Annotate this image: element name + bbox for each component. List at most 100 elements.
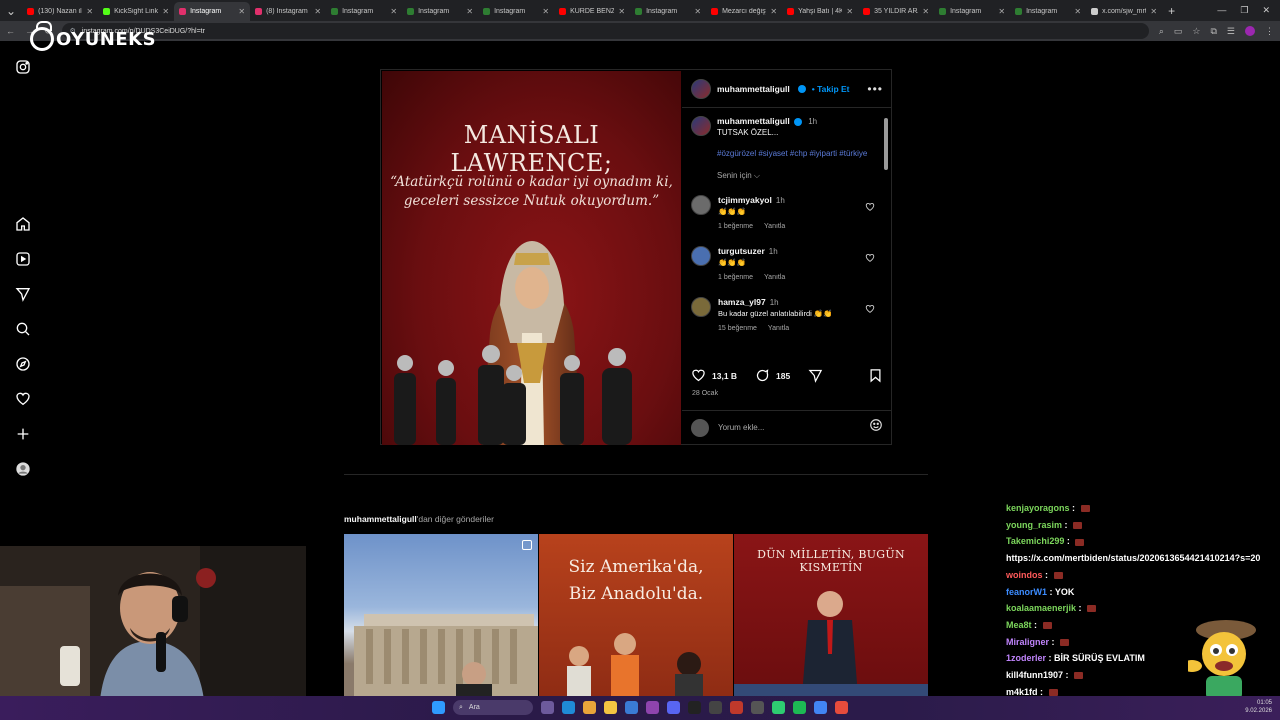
- browser-tab[interactable]: Instagram ✕: [402, 2, 478, 21]
- close-window-icon[interactable]: ✕: [1262, 5, 1270, 16]
- messages-icon[interactable]: [14, 285, 31, 302]
- author-username[interactable]: muhammettaligull: [717, 84, 790, 94]
- comment-like-heart-icon[interactable]: [865, 253, 875, 263]
- app-icon[interactable]: [688, 701, 701, 714]
- app-icon[interactable]: [709, 701, 722, 714]
- spotify-icon[interactable]: [793, 701, 806, 714]
- url-field[interactable]: ⚙ instagram.com/p/DUDS3CeiDUG/?hl=tr: [61, 23, 1149, 39]
- browser-tab[interactable]: (130) Nazan ile ✕: [22, 2, 98, 21]
- instagram-logo-icon[interactable]: [14, 58, 31, 75]
- comment-likes[interactable]: 15 beğenme: [718, 323, 757, 334]
- caption-username[interactable]: muhammettaligull: [717, 116, 790, 126]
- bookmark-star-icon[interactable]: ☆: [1192, 26, 1200, 37]
- browser-tab[interactable]: (8) Instagram ✕: [250, 2, 326, 21]
- app-icon[interactable]: [751, 701, 764, 714]
- tab-close-icon[interactable]: ✕: [390, 7, 397, 16]
- browser-tab[interactable]: Instagram ✕: [934, 2, 1010, 21]
- browser-tab[interactable]: 35 YILDIR ARA ✕: [858, 2, 934, 21]
- create-plus-icon[interactable]: [14, 425, 31, 442]
- tab-close-icon[interactable]: ✕: [86, 7, 93, 16]
- commenter-username[interactable]: hamza_yl97: [718, 297, 766, 307]
- caption-hashtags[interactable]: #özgürözel #siyaset #chp #iyiparti #türk…: [717, 148, 883, 159]
- tab-close-icon[interactable]: ✕: [542, 7, 549, 16]
- more-options-icon[interactable]: •••: [867, 82, 883, 96]
- comment-reply-link[interactable]: Yanıtla: [764, 272, 785, 283]
- browser-menu-icon[interactable]: ⋮: [1265, 26, 1274, 37]
- tab-close-icon[interactable]: ✕: [694, 7, 701, 16]
- commenter-avatar[interactable]: [691, 297, 711, 317]
- discord-icon[interactable]: [667, 701, 680, 714]
- profile-avatar[interactable]: [1245, 26, 1255, 36]
- browser-tab[interactable]: x.com/sjw_mrt ✕: [1086, 2, 1162, 21]
- browser-tab[interactable]: Yahşi Batı | 4K ✕: [782, 2, 858, 21]
- taskbar-search[interactable]: ⌕ Ara: [453, 700, 533, 715]
- tab-close-icon[interactable]: ✕: [846, 7, 853, 16]
- more-posts-user[interactable]: muhammettaligull: [344, 514, 417, 524]
- app-icon[interactable]: [646, 701, 659, 714]
- tab-close-icon[interactable]: ✕: [1150, 7, 1157, 16]
- author-avatar[interactable]: [691, 78, 711, 99]
- follow-button[interactable]: • Takip Et: [812, 84, 850, 94]
- new-tab-button[interactable]: +: [1162, 4, 1181, 18]
- comment-input[interactable]: Yorum ekle...: [718, 423, 860, 432]
- browser-tab[interactable]: Instagram ✕: [1010, 2, 1086, 21]
- browser-tab[interactable]: Instagram ✕: [326, 2, 402, 21]
- grid-post-3[interactable]: DÜN MİLLETİN, BUGÜN KISMETİN: [734, 534, 928, 696]
- install-icon[interactable]: ▭: [1174, 26, 1183, 37]
- grid-post-1[interactable]: [344, 534, 538, 696]
- reels-icon[interactable]: [14, 250, 31, 267]
- comment-bubble-icon[interactable]: [755, 368, 770, 385]
- comments-scrollbar[interactable]: [884, 112, 889, 358]
- app-icon[interactable]: [625, 701, 638, 714]
- emoji-icon[interactable]: [869, 418, 883, 437]
- share-send-icon[interactable]: [808, 368, 823, 385]
- task-view-icon[interactable]: [541, 701, 554, 714]
- tab-close-icon[interactable]: ✕: [770, 7, 777, 16]
- comment-likes[interactable]: 1 beğenme: [718, 221, 753, 232]
- comment-reply-link[interactable]: Yanıtla: [768, 323, 789, 334]
- sidebar-icon[interactable]: ☰: [1227, 26, 1235, 37]
- browser-tab[interactable]: Instagram ✕: [630, 2, 706, 21]
- tab-close-icon[interactable]: ✕: [238, 7, 245, 16]
- browser-tab[interactable]: Mezarcı değişy ✕: [706, 2, 782, 21]
- grid-post-2[interactable]: Siz Amerika'da, Biz Anadolu'da.: [539, 534, 733, 696]
- tab-close-icon[interactable]: ✕: [162, 7, 169, 16]
- post-image[interactable]: MANİSALI LAWRENCE; “Atatürkçü rolünü o k…: [382, 71, 681, 445]
- zoom-icon[interactable]: ⌕: [1159, 26, 1164, 37]
- app-icon[interactable]: [814, 701, 827, 714]
- app-icon[interactable]: [562, 701, 575, 714]
- sort-for-you-dropdown[interactable]: Senin için ⌵: [717, 171, 883, 181]
- commenter-username[interactable]: turgutsuzer: [718, 246, 765, 256]
- like-heart-icon[interactable]: [691, 368, 706, 385]
- chrome-icon[interactable]: [583, 701, 596, 714]
- app-icon[interactable]: [772, 701, 785, 714]
- tab-close-icon[interactable]: ✕: [466, 7, 473, 16]
- commenter-avatar[interactable]: [691, 246, 711, 266]
- maximize-icon[interactable]: ❐: [1240, 5, 1248, 16]
- tab-close-icon[interactable]: ✕: [922, 7, 929, 16]
- notifications-heart-icon[interactable]: [14, 390, 31, 407]
- browser-tab[interactable]: KÜRDE BENZİY✕: [554, 2, 630, 21]
- comment-reply-link[interactable]: Yanıtla: [764, 221, 785, 232]
- tab-close-icon[interactable]: ✕: [1074, 7, 1081, 16]
- back-icon[interactable]: ←: [6, 26, 15, 36]
- taskbar-clock[interactable]: 01:05 9.02.2026: [1245, 699, 1272, 715]
- app-icon[interactable]: [835, 701, 848, 714]
- browser-tab[interactable]: Instagram ✕: [478, 2, 554, 21]
- minimize-icon[interactable]: —: [1217, 5, 1226, 16]
- caption-avatar[interactable]: [691, 116, 711, 136]
- explore-icon[interactable]: [14, 355, 31, 372]
- comment-like-heart-icon[interactable]: [865, 304, 875, 314]
- profile-icon[interactable]: [14, 460, 31, 477]
- file-explorer-icon[interactable]: [604, 701, 617, 714]
- commenter-username[interactable]: tcjimmyakyol: [718, 195, 772, 205]
- start-windows-icon[interactable]: [432, 701, 445, 714]
- scrollbar-thumb[interactable]: [884, 118, 888, 170]
- save-bookmark-icon[interactable]: [868, 368, 883, 385]
- browser-tab[interactable]: KickSight Link ✕: [98, 2, 174, 21]
- tab-close-icon[interactable]: ✕: [618, 7, 625, 16]
- home-icon[interactable]: [14, 215, 31, 232]
- browser-tab[interactable]: Instagram ✕: [174, 2, 251, 21]
- comment-likes[interactable]: 1 beğenme: [718, 272, 753, 283]
- tab-search-icon[interactable]: ⌄: [0, 4, 22, 18]
